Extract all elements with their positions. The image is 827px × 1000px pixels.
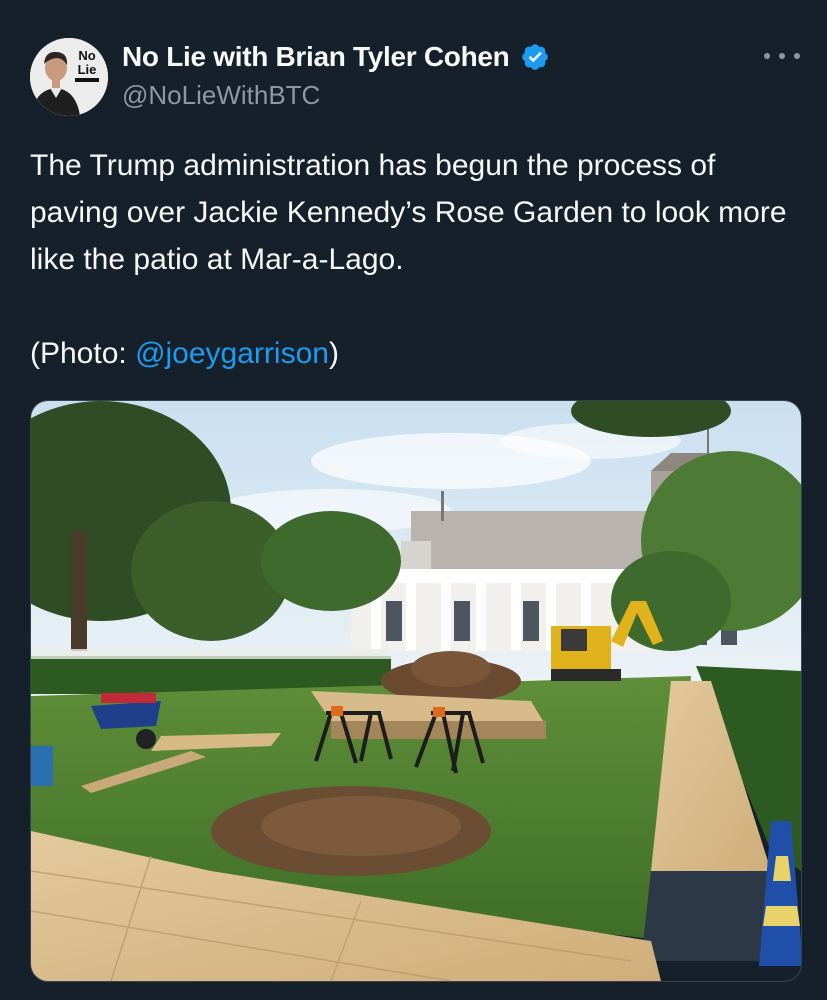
handle[interactable]: @NoLieWithBTC (122, 78, 550, 112)
photo-credit: (Photo: @joeygarrison) (30, 330, 800, 377)
more-dot (779, 53, 785, 59)
verified-badge-icon (520, 42, 550, 72)
rose-garden-photo (31, 401, 801, 981)
tweet: No Lie No Lie with Brian Tyler Cohen @No… (0, 0, 827, 1000)
avatar-logo-lie: Lie (78, 62, 97, 77)
photo-credit-prefix: (Photo: (30, 337, 136, 370)
photo-credit-suffix: ) (328, 337, 339, 370)
avatar[interactable]: No Lie (30, 38, 108, 116)
tweet-photo[interactable] (30, 400, 802, 982)
more-dot (794, 53, 800, 59)
tweet-text: The Trump administration has begun the p… (30, 142, 800, 377)
avatar-image: No Lie (30, 38, 108, 116)
tweet-header: No Lie with Brian Tyler Cohen @NoLieWith… (122, 38, 550, 112)
tweet-spacer (30, 283, 800, 330)
display-name[interactable]: No Lie with Brian Tyler Cohen (122, 38, 510, 76)
more-options-icon[interactable] (764, 44, 800, 68)
tweet-paragraph: The Trump administration has begun the p… (30, 149, 787, 276)
mention-link[interactable]: @joeygarrison (135, 337, 329, 370)
avatar-logo-no: No (78, 48, 95, 63)
more-dot (764, 53, 770, 59)
